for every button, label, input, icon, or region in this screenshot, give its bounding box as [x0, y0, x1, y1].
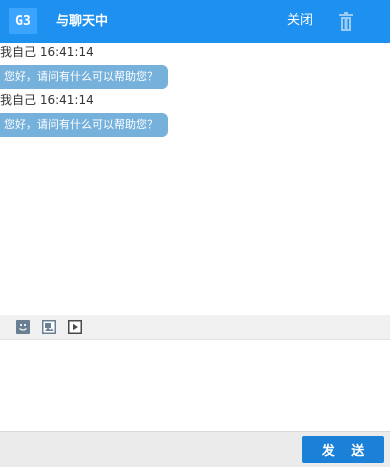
- input-toolbar: [0, 315, 390, 340]
- emoji-icon[interactable]: [16, 320, 30, 334]
- chat-title: 与聊天中: [56, 14, 109, 29]
- video-icon[interactable]: [68, 320, 82, 334]
- message-bubble: 您好，请问有什么可以帮助您？: [0, 65, 168, 89]
- message-input[interactable]: [0, 340, 390, 431]
- message-list[interactable]: 我自己 16:41:14 您好，请问有什么可以帮助您？ 我自己 16:41:14…: [0, 43, 390, 315]
- message-meta: 我自己 16:41:14: [0, 45, 168, 60]
- close-button[interactable]: 关闭: [287, 12, 313, 30]
- message-item: 我自己 16:41:14 您好，请问有什么可以帮助您？: [0, 45, 168, 89]
- trash-icon[interactable]: [339, 12, 353, 31]
- message-time: 16:41:14: [39, 93, 94, 107]
- message-sender: 我自己: [0, 93, 37, 107]
- chat-footer: 发 送: [0, 431, 390, 467]
- message-item: 我自己 16:41:14 您好，请问有什么可以帮助您？: [0, 93, 168, 137]
- send-button[interactable]: 发 送: [302, 436, 384, 463]
- app-logo: G3: [9, 8, 37, 34]
- message-time: 16:41:14: [39, 45, 94, 59]
- message-bubble: 您好，请问有什么可以帮助您？: [0, 113, 168, 137]
- image-icon[interactable]: [42, 320, 56, 334]
- message-sender: 我自己: [0, 45, 37, 59]
- chat-header: G3 与聊天中 关闭: [0, 0, 390, 43]
- message-meta: 我自己 16:41:14: [0, 93, 168, 108]
